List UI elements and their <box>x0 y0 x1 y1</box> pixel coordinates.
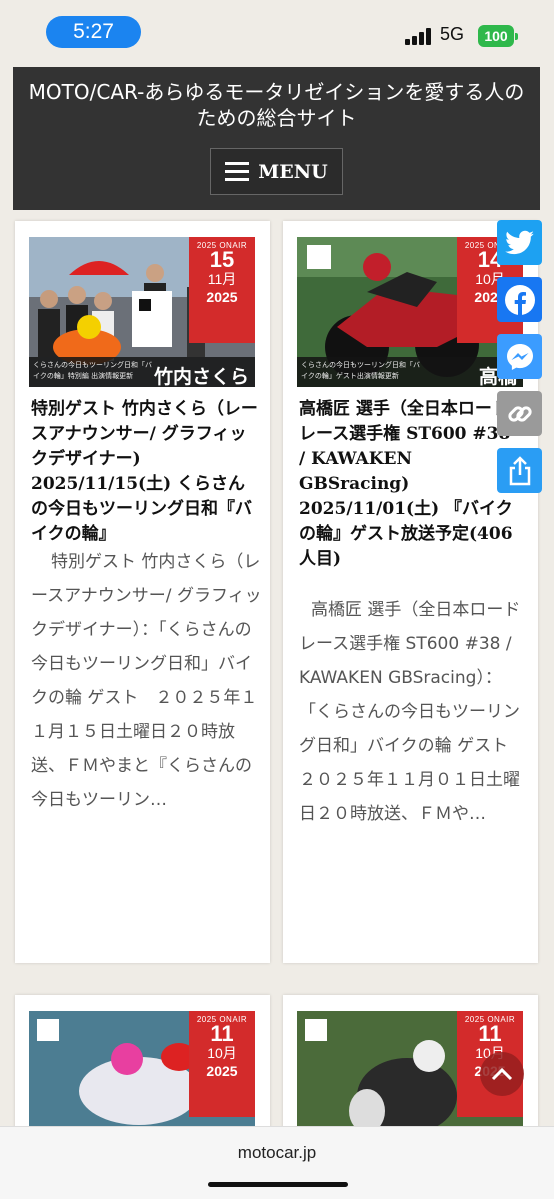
share-button[interactable] <box>497 448 542 493</box>
date-badge: 2025 ONAIR 11 10月 2025 <box>189 1011 255 1117</box>
share-icon <box>509 455 530 485</box>
battery-icon: 100 <box>478 25 518 47</box>
post-card-2[interactable]: 2025 ONAIR 14 10月 2025 くらさんの今日もツーリング日和「バ… <box>283 221 538 963</box>
copy-link-button[interactable] <box>497 391 542 436</box>
facebook-share-button[interactable] <box>497 277 542 322</box>
status-time[interactable]: 5:27 <box>46 16 141 48</box>
messenger-icon <box>506 343 533 370</box>
menu-label: MENU <box>258 160 328 183</box>
post-card-3[interactable]: 2025 ONAIR 11 10月 2025 <box>15 995 270 1135</box>
browser-bottom-bar: motocar.jp <box>0 1126 554 1199</box>
address-bar[interactable]: motocar.jp <box>0 1143 554 1163</box>
date-badge: 2025 ONAIR 15 11月 2025 <box>189 237 255 343</box>
post-thumbnail[interactable]: 2025 ONAIR 15 11月 2025 くらさんの今日もツーリング日和「バ… <box>29 237 255 387</box>
signal-icon <box>405 27 435 45</box>
post-excerpt: 高橋匠 選手（全日本ロードレース選手権 ST600 #38 / KAWAKEN … <box>299 600 526 824</box>
twitter-icon <box>504 230 534 254</box>
post-thumbnail[interactable]: 2025 ONAIR 14 10月 2025 くらさんの今日もツーリング日和「バ… <box>297 237 523 387</box>
hamburger-icon <box>225 161 250 182</box>
status-bar: 5:27 5G 100 <box>0 0 554 62</box>
thumbnail-caption: くらさんの今日もツーリング日和「バイクの輪」ゲスト出演情報更新 高橋 <box>297 357 523 387</box>
post-title[interactable]: 高橋匠 選手（全日本ロードレース選手権 ST600 #38 / KAWAKEN … <box>299 397 519 572</box>
thumbnail-caption: くらさんの今日もツーリング日和「バイクの輪」特別編 出演情報更新 竹内さくら <box>29 357 255 387</box>
post-thumbnail[interactable]: 2025 ONAIR 11 10月 2025 <box>29 1011 255 1135</box>
facebook-icon <box>504 284 535 315</box>
home-indicator[interactable] <box>208 1182 348 1187</box>
menu-button[interactable]: MENU <box>210 148 343 195</box>
network-type: 5G <box>440 24 465 44</box>
link-icon <box>507 405 532 422</box>
messenger-share-button[interactable] <box>497 334 542 379</box>
post-card-1[interactable]: 2025 ONAIR 15 11月 2025 くらさんの今日もツーリング日和「バ… <box>15 221 270 963</box>
site-header: MOTO/CAR-あらゆるモータリゼイションを愛する人のための総合サイト MEN… <box>13 67 540 210</box>
post-title[interactable]: 特別ゲスト 竹内さくら（レースアナウンサー/ グラフィックデザイナー) 2025… <box>31 397 259 547</box>
twitter-share-button[interactable] <box>497 220 542 265</box>
chevron-up-icon <box>491 1067 513 1081</box>
site-title[interactable]: MOTO/CAR-あらゆるモータリゼイションを愛する人のための総合サイト <box>27 79 526 131</box>
post-excerpt: 特別ゲスト 竹内さくら（レースアナウンサー/ グラフィックデザイナー）：「くらさ… <box>31 552 262 810</box>
scroll-top-button[interactable] <box>480 1052 524 1096</box>
